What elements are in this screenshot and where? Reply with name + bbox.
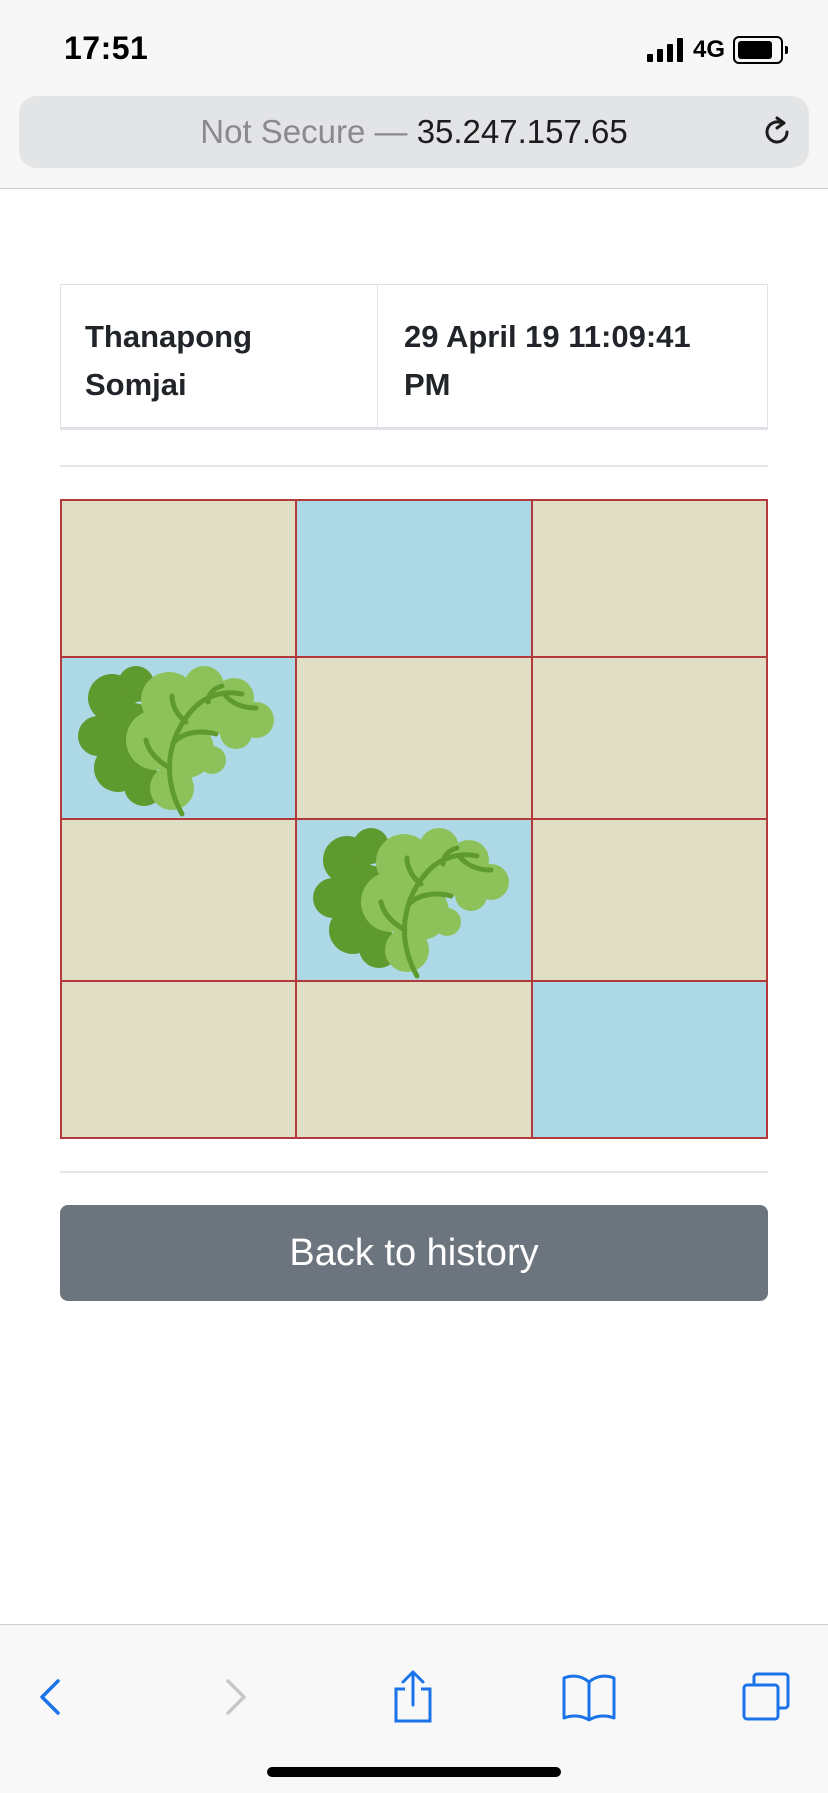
player-name: Thanapong Somjai [61,285,378,427]
address-text: Not Secure — 35.247.157.65 [19,114,809,150]
board-cell-water [296,819,532,981]
status-time: 17:51 [64,30,149,66]
status-indicators: 4G [646,36,788,64]
url-host: 35.247.157.65 [416,113,628,150]
game-board [60,499,768,1139]
browser-toolbar [0,1624,828,1793]
record-info-table: Thanapong Somjai 29 April 19 11:09:41 PM [60,284,768,430]
home-indicator [267,1767,561,1777]
record-timestamp: 29 April 19 11:09:41 PM [404,319,691,402]
lettuce-icon [77,666,274,817]
lettuce-icon [312,828,509,979]
bookmarks-icon[interactable] [549,1657,629,1737]
board-cell-water [531,981,767,1138]
board-cell-land [61,819,297,981]
board-cell-land [296,657,532,819]
board-cell-land [531,657,767,819]
board-cell-land [531,819,767,981]
forward-icon[interactable] [194,1657,274,1737]
board-cell-water [61,657,297,819]
tabs-icon[interactable] [726,1657,806,1737]
board-cell-land [531,500,767,657]
reload-icon[interactable] [761,116,793,148]
board-cell-land [296,981,532,1138]
battery-icon [733,36,788,64]
back-to-history-button[interactable]: Back to history [60,1205,768,1301]
security-label: Not Secure — [200,113,417,150]
status-bar: 17:51 4G [0,0,828,92]
share-icon[interactable] [373,1657,453,1737]
board-cell-water [296,500,532,657]
board-cell-land [61,500,297,657]
signal-bars-icon [646,38,683,62]
network-type: 4G [692,36,725,63]
divider [60,465,768,467]
back-icon[interactable] [12,1657,92,1737]
browser-address-area: Not Secure — 35.247.157.65 [0,92,828,189]
divider [60,1171,768,1173]
address-bar[interactable]: Not Secure — 35.247.157.65 [19,96,809,168]
board-cell-land [61,981,297,1138]
